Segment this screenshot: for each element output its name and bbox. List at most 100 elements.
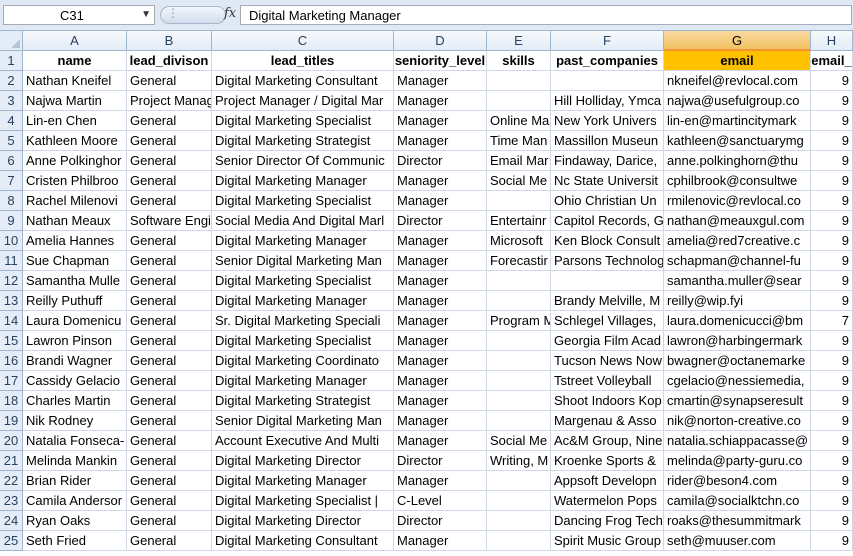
cell-h[interactable]: 9	[811, 391, 853, 411]
cell-h[interactable]: 9	[811, 111, 853, 131]
cell-h[interactable]: 9	[811, 211, 853, 231]
cell-c[interactable]: Digital Marketing Manager	[212, 371, 394, 391]
cell-g[interactable]: nathan@meauxgul.com	[664, 211, 811, 231]
header-cell-a[interactable]: name	[23, 51, 127, 71]
cell-a[interactable]: Amelia Hannes	[23, 231, 127, 251]
cell-h[interactable]: 9	[811, 411, 853, 431]
cell-c[interactable]: Digital Marketing Consultant	[212, 531, 394, 551]
cell-d[interactable]: Director	[394, 511, 487, 531]
row-header[interactable]: 3	[0, 91, 23, 111]
cell-b[interactable]: General	[127, 251, 212, 271]
cell-a[interactable]: Charles Martin	[23, 391, 127, 411]
header-cell-d[interactable]: seniority_level	[394, 51, 487, 71]
cell-h[interactable]: 9	[811, 171, 853, 191]
cell-g[interactable]: anne.polkinghorn@thu	[664, 151, 811, 171]
row-header[interactable]: 5	[0, 131, 23, 151]
cell-e[interactable]: Time Man	[487, 131, 551, 151]
cell-b[interactable]: General	[127, 311, 212, 331]
cell-d[interactable]: Manager	[394, 331, 487, 351]
cell-e[interactable]: Writing, M	[487, 451, 551, 471]
column-header-c[interactable]: C	[212, 31, 394, 51]
row-header[interactable]: 8	[0, 191, 23, 211]
cell-a[interactable]: Camila Andersor	[23, 491, 127, 511]
row-header[interactable]: 14	[0, 311, 23, 331]
cell-b[interactable]: General	[127, 431, 212, 451]
cell-a[interactable]: Sue Chapman	[23, 251, 127, 271]
cell-g[interactable]: nik@norton-creative.co	[664, 411, 811, 431]
cell-f[interactable]: Spirit Music Group	[551, 531, 664, 551]
cell-b[interactable]: General	[127, 291, 212, 311]
cell-c[interactable]: Digital Marketing Specialist	[212, 331, 394, 351]
cell-g[interactable]: nkneifel@revlocal.com	[664, 71, 811, 91]
cell-f[interactable]: Ken Block Consult	[551, 231, 664, 251]
cell-d[interactable]: Manager	[394, 531, 487, 551]
cell-c[interactable]: Digital Marketing Consultant	[212, 71, 394, 91]
cell-e[interactable]: Forecastir	[487, 251, 551, 271]
column-header-a[interactable]: A	[23, 31, 127, 51]
cell-f[interactable]: New York Univers	[551, 111, 664, 131]
cell-a[interactable]: Nathan Kneifel	[23, 71, 127, 91]
column-header-f[interactable]: F	[551, 31, 664, 51]
cell-f[interactable]: Schlegel Villages,	[551, 311, 664, 331]
cell-c[interactable]: Digital Marketing Director	[212, 451, 394, 471]
insert-function-icon[interactable]: fx	[224, 6, 236, 21]
select-all-button[interactable]	[0, 31, 23, 51]
cell-h[interactable]: 9	[811, 351, 853, 371]
cell-e[interactable]	[487, 511, 551, 531]
row-header[interactable]: 4	[0, 111, 23, 131]
cell-b[interactable]: General	[127, 411, 212, 431]
cell-a[interactable]: Lawron Pinson	[23, 331, 127, 351]
cell-c[interactable]: Digital Marketing Manager	[212, 291, 394, 311]
cell-c[interactable]: Digital Marketing Strategist	[212, 391, 394, 411]
cell-h[interactable]: 9	[811, 251, 853, 271]
row-header[interactable]: 13	[0, 291, 23, 311]
column-header-g[interactable]: G	[664, 31, 811, 51]
cell-f[interactable]: Shoot Indoors Kop	[551, 391, 664, 411]
cell-e[interactable]: Microsoft	[487, 231, 551, 251]
row-header[interactable]: 19	[0, 411, 23, 431]
cell-d[interactable]: Manager	[394, 411, 487, 431]
cell-f[interactable]: Findaway, Darice,	[551, 151, 664, 171]
cell-c[interactable]: Digital Marketing Manager	[212, 171, 394, 191]
cell-h[interactable]: 9	[811, 271, 853, 291]
cell-f[interactable]	[551, 271, 664, 291]
cell-e[interactable]: Email Mar	[487, 151, 551, 171]
cell-b[interactable]: General	[127, 511, 212, 531]
row-header[interactable]: 20	[0, 431, 23, 451]
cell-c[interactable]: Digital Marketing Strategist	[212, 131, 394, 151]
cell-b[interactable]: Software Engi	[127, 211, 212, 231]
row-header[interactable]: 7	[0, 171, 23, 191]
cell-d[interactable]: Manager	[394, 71, 487, 91]
cell-a[interactable]: Anne Polkinghor	[23, 151, 127, 171]
cell-e[interactable]	[487, 271, 551, 291]
cell-b[interactable]: General	[127, 171, 212, 191]
cell-d[interactable]: Manager	[394, 251, 487, 271]
cell-g[interactable]: melinda@party-guru.co	[664, 451, 811, 471]
cell-c[interactable]: Sr. Digital Marketing Speciali	[212, 311, 394, 331]
formula-input[interactable]: Digital Marketing Manager	[240, 5, 852, 25]
cell-f[interactable]: Appsoft Developn	[551, 471, 664, 491]
cell-g[interactable]: camila@socialktchn.co	[664, 491, 811, 511]
column-header-e[interactable]: E	[487, 31, 551, 51]
cell-c[interactable]: Senior Digital Marketing Man	[212, 251, 394, 271]
cell-b[interactable]: General	[127, 151, 212, 171]
cell-d[interactable]: Manager	[394, 131, 487, 151]
cell-a[interactable]: Najwa Martin	[23, 91, 127, 111]
cell-d[interactable]: Manager	[394, 271, 487, 291]
cell-e[interactable]: Social Me	[487, 171, 551, 191]
cell-d[interactable]: Director	[394, 451, 487, 471]
header-cell-h[interactable]: email_	[811, 51, 853, 71]
cell-d[interactable]: C-Level	[394, 491, 487, 511]
cell-e[interactable]	[487, 191, 551, 211]
cell-g[interactable]: seth@muuser.com	[664, 531, 811, 551]
cell-c[interactable]: Digital Marketing Specialist	[212, 111, 394, 131]
cell-a[interactable]: Nathan Meaux	[23, 211, 127, 231]
cell-b[interactable]: General	[127, 191, 212, 211]
cell-c[interactable]: Social Media And Digital Marl	[212, 211, 394, 231]
cell-g[interactable]: cphilbrook@consultwe	[664, 171, 811, 191]
cell-h[interactable]: 9	[811, 531, 853, 551]
row-header[interactable]: 21	[0, 451, 23, 471]
cell-f[interactable]: Capitol Records, G	[551, 211, 664, 231]
cell-e[interactable]	[487, 411, 551, 431]
cell-a[interactable]: Nik Rodney	[23, 411, 127, 431]
